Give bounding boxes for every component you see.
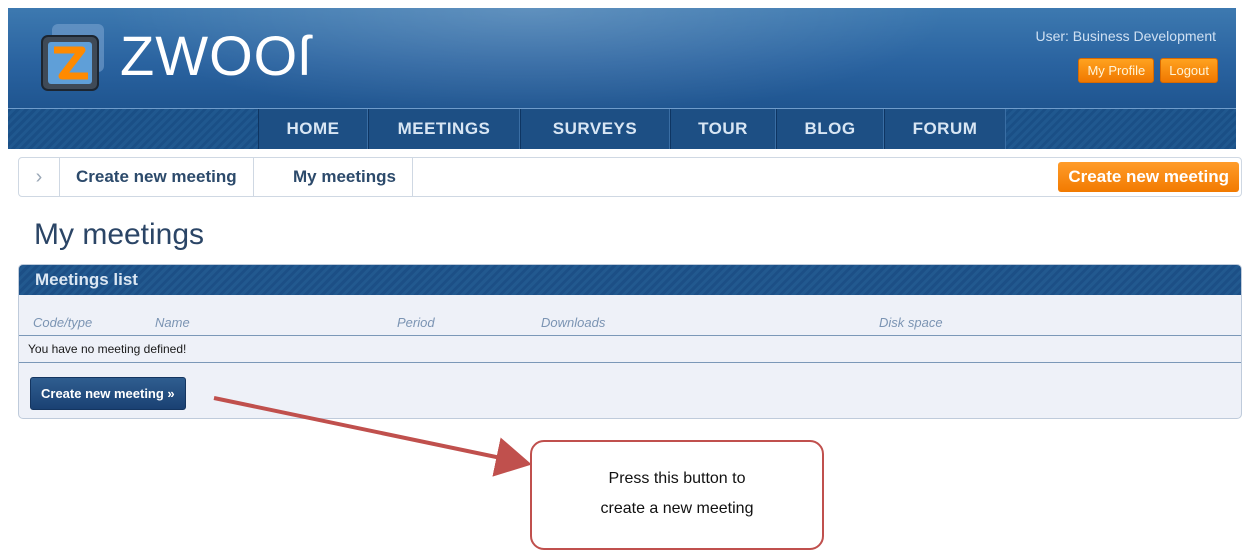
column-header-period: Period (397, 315, 435, 330)
nav-item-forum[interactable]: FORUM (884, 109, 1006, 149)
breadcrumb-create-new-meeting[interactable]: Create new meeting (60, 158, 254, 196)
user-label: User: Business Development (1035, 28, 1216, 44)
site-header: ZWOOſ User: Business Development My Prof… (8, 8, 1236, 108)
nav-items: HOME MEETINGS SURVEYS TOUR BLOG FORUM (258, 109, 1006, 149)
chevron-right-icon: › (19, 158, 60, 196)
nav-item-tour[interactable]: TOUR (670, 109, 776, 149)
column-header-disk-space: Disk space (879, 315, 943, 330)
main-nav: HOME MEETINGS SURVEYS TOUR BLOG FORUM (8, 108, 1236, 149)
empty-message: You have no meeting defined! (19, 336, 1241, 363)
create-new-meeting-top-button[interactable]: Create new meeting (1058, 162, 1239, 192)
page-title: My meetings (34, 218, 205, 251)
table-header: Code/type Name Period Downloads Disk spa… (19, 295, 1241, 336)
breadcrumb-my-meetings[interactable]: My meetings (277, 158, 413, 196)
column-header-downloads: Downloads (541, 315, 606, 330)
callout-line-1: Press this button to (608, 470, 746, 487)
zwoor-logo-icon[interactable] (32, 20, 110, 96)
column-header-name: Name (155, 315, 190, 330)
nav-item-home[interactable]: HOME (258, 109, 368, 149)
nav-item-surveys[interactable]: SURVEYS (520, 109, 670, 149)
nav-item-blog[interactable]: BLOG (776, 109, 884, 149)
logo-text[interactable]: ZWOOſ (120, 26, 312, 86)
callout-line-2: create a new meeting (600, 500, 754, 517)
my-profile-button[interactable]: My Profile (1078, 58, 1155, 83)
header-buttons: My Profile Logout (1078, 58, 1218, 83)
column-header-code-type: Code/type (33, 315, 93, 330)
panel-title: Meetings list (19, 265, 1241, 295)
breadcrumb: › Create new meeting My meetings Create … (18, 157, 1242, 197)
callout-box: Press this button to create a new meetin… (530, 440, 824, 550)
meetings-list-panel: Meetings list Code/type Name Period Down… (18, 264, 1242, 419)
nav-item-meetings[interactable]: MEETINGS (368, 109, 520, 149)
create-new-meeting-button[interactable]: Create new meeting » (30, 377, 186, 410)
logout-button[interactable]: Logout (1160, 58, 1218, 83)
